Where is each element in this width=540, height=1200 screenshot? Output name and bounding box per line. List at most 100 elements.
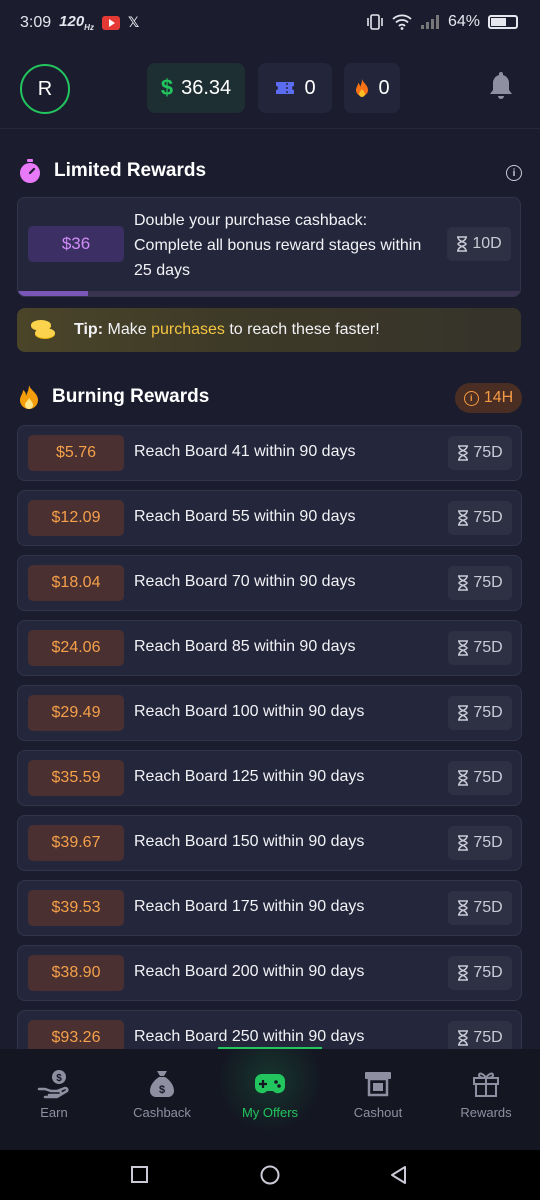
- hourglass-icon: [458, 705, 469, 721]
- status-bar: 3:09 120Hz 𝕏 64%: [0, 0, 540, 48]
- reward-amount: $24.06: [28, 630, 124, 666]
- nav-cashout-label: Cashout: [353, 1105, 403, 1120]
- battery-icon: [488, 15, 518, 29]
- gamepad-icon: [253, 1069, 287, 1099]
- reward-description: Reach Board 41 within 90 days: [134, 443, 356, 460]
- burning-reward-row[interactable]: $38.90 Reach Board 200 within 90 days 75D: [17, 945, 522, 1001]
- ticket-icon: [276, 82, 295, 94]
- hourglass-icon: [458, 640, 469, 656]
- timer-label: 75D: [473, 1029, 503, 1046]
- nav-my-offers[interactable]: My Offers: [216, 1049, 324, 1150]
- hourglass-icon: [458, 445, 469, 461]
- avatar-initial: R: [37, 77, 53, 100]
- limited-reward-card[interactable]: $36 Double your purchase cashback: Compl…: [17, 197, 521, 297]
- burning-reward-row[interactable]: $39.53 Reach Board 175 within 90 days 75D: [17, 880, 522, 936]
- signal-icon: [420, 15, 439, 29]
- reward-timer: 75D: [448, 1021, 512, 1049]
- hourglass-icon: [458, 770, 469, 786]
- reward-timer: 75D: [448, 566, 512, 600]
- svg-text:$: $: [159, 1084, 165, 1096]
- youtube-icon: [101, 15, 120, 30]
- cashout-icon: [361, 1069, 395, 1099]
- burning-reward-row[interactable]: $12.09 Reach Board 55 within 90 days 75D: [17, 490, 522, 546]
- burning-reward-row[interactable]: $93.26 Reach Board 250 within 90 days 75D: [17, 1010, 522, 1049]
- reward-amount: $29.49: [28, 695, 124, 731]
- burning-reward-row[interactable]: $39.67 Reach Board 150 within 90 days 75D: [17, 815, 522, 871]
- burning-reward-list: $5.76 Reach Board 41 within 90 days 75D $12…: [17, 425, 522, 1049]
- tip-label: Tip:: [74, 321, 104, 338]
- header-divider: [0, 128, 540, 129]
- gift-icon: [469, 1069, 503, 1099]
- nav-my-offers-label: My Offers: [241, 1105, 299, 1120]
- burning-reward-row[interactable]: $29.49 Reach Board 100 within 90 days 75D: [17, 685, 522, 741]
- reward-timer: 75D: [448, 826, 512, 860]
- svg-text:$: $: [56, 1073, 62, 1084]
- tip-text-after: to reach these faster!: [224, 321, 380, 338]
- burning-rewards-title: Burning Rewards: [52, 386, 210, 407]
- reward-timer: 75D: [448, 956, 512, 990]
- nav-cashback[interactable]: $ Cashback: [108, 1049, 216, 1150]
- stopwatch-icon: [20, 159, 40, 183]
- reward-description: Reach Board 250 within 90 days: [134, 1028, 365, 1045]
- timer-label: 75D: [473, 704, 503, 721]
- hourglass-icon: [458, 575, 469, 591]
- burning-rewards-heading: Burning Rewards: [18, 384, 209, 410]
- nav-cashout[interactable]: Cashout: [324, 1049, 432, 1150]
- flame-icon: [20, 385, 38, 409]
- ticket-count: 0: [304, 76, 316, 99]
- reward-amount: $38.90: [28, 955, 124, 991]
- reward-amount: $39.53: [28, 890, 124, 926]
- limited-rewards-heading: Limited Rewards: [18, 158, 206, 184]
- wifi-icon: [392, 14, 412, 30]
- burning-reward-row[interactable]: $5.76 Reach Board 41 within 90 days 75D: [17, 425, 522, 481]
- dollar-icon: $: [160, 75, 174, 100]
- nav-rewards[interactable]: Rewards: [432, 1049, 540, 1150]
- burning-reward-row[interactable]: $18.04 Reach Board 70 within 90 days 75D: [17, 555, 522, 611]
- reward-amount: $35.59: [28, 760, 124, 796]
- streak-pill[interactable]: 0: [344, 63, 400, 113]
- money-bag-icon: $: [145, 1069, 179, 1099]
- ticket-pill[interactable]: 0: [258, 63, 332, 113]
- timer-label: 75D: [473, 769, 503, 786]
- avatar[interactable]: R: [20, 64, 70, 114]
- reward-amount: $5.76: [28, 435, 124, 471]
- timer-label: 75D: [473, 444, 503, 461]
- hourglass-icon: [458, 835, 469, 851]
- burning-reward-row[interactable]: $35.59 Reach Board 125 within 90 days 75D: [17, 750, 522, 806]
- recents-button-icon[interactable]: [130, 1164, 150, 1186]
- hourglass-icon: [458, 900, 469, 916]
- reward-timer: 75D: [448, 761, 512, 795]
- back-button-icon[interactable]: [389, 1164, 409, 1186]
- tip-text: Tip: Make purchases to reach these faste…: [74, 321, 380, 339]
- reward-timer: 75D: [448, 696, 512, 730]
- burning-timer-badge[interactable]: i 14H: [455, 383, 522, 413]
- reward-description: Reach Board 100 within 90 days: [134, 703, 365, 720]
- bell-icon[interactable]: [488, 70, 514, 100]
- reward-description: Reach Board 125 within 90 days: [134, 768, 365, 785]
- status-time: 3:09: [20, 13, 52, 31]
- reward-description: Reach Board 55 within 90 days: [134, 508, 356, 525]
- fire-icon: [356, 79, 369, 97]
- hourglass-icon: [457, 236, 468, 252]
- reward-timer: 75D: [448, 501, 512, 535]
- cash-balance-pill[interactable]: $ 36.34: [147, 63, 245, 113]
- reward-description: Reach Board 175 within 90 days: [134, 898, 365, 915]
- reward-amount: $93.26: [28, 1020, 124, 1049]
- limited-progress-track: [18, 291, 520, 296]
- timer-label: 75D: [473, 964, 503, 981]
- home-button-icon[interactable]: [259, 1164, 281, 1186]
- reward-timer: 75D: [448, 436, 512, 470]
- limited-reward-description: Double your purchase cashback: Complete …: [134, 212, 422, 279]
- burning-reward-row[interactable]: $24.06 Reach Board 85 within 90 days 75D: [17, 620, 522, 676]
- nav-earn[interactable]: $ Earn: [0, 1049, 108, 1150]
- info-icon[interactable]: i: [506, 165, 522, 181]
- reward-amount: $18.04: [28, 565, 124, 601]
- top-header: R $ 36.34 0 0: [0, 55, 540, 125]
- reward-amount: $39.67: [28, 825, 124, 861]
- info-circle-icon: i: [463, 390, 479, 406]
- streak-count: 0: [378, 76, 390, 99]
- tip-banner: Tip: Make purchases to reach these faste…: [17, 308, 521, 352]
- limited-reward-timer: 10D: [447, 227, 511, 261]
- x-logo-icon: 𝕏: [127, 14, 140, 30]
- refresh-rate: 120Hz: [59, 13, 94, 32]
